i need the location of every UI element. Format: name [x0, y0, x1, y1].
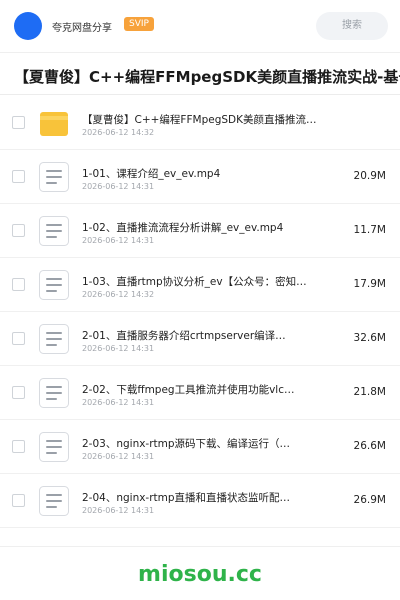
file-row[interactable]: 2-04、nginx-rtmp直播和直播状态监听配… 2026-06-12 14:…: [0, 474, 400, 528]
file-size: 20.9M: [353, 170, 386, 182]
file-size: 32.6M: [353, 332, 386, 344]
select-checkbox[interactable]: [12, 224, 25, 237]
file-row[interactable]: 1-03、直播rtmp协议分析_ev【公众号：密知… 2026-06-12 14:…: [0, 258, 400, 312]
file-size: 17.9M: [353, 278, 386, 290]
file-date: 2026-06-12 14:31: [82, 398, 155, 407]
document-icon: [38, 377, 70, 409]
file-size: 11.7M: [353, 224, 386, 236]
select-checkbox[interactable]: [12, 440, 25, 453]
file-name[interactable]: 1-01、课程介绍_ev_ev.mp4: [82, 166, 322, 181]
file-name[interactable]: 2-02、下载ffmpeg工具推流并使用功能vlc…: [82, 382, 322, 397]
select-checkbox[interactable]: [12, 494, 25, 507]
app-header: 夸克网盘分享 SVIP 搜索: [0, 0, 400, 52]
file-row[interactable]: 2-03、nginx-rtmp源码下载、编译运行（… 2026-06-12 14:…: [0, 420, 400, 474]
file-size: 21.8M: [353, 386, 386, 398]
file-name[interactable]: 2-04、nginx-rtmp直播和直播状态监听配…: [82, 490, 322, 505]
select-checkbox[interactable]: [12, 332, 25, 345]
file-name[interactable]: 2-01、直播服务器介绍crtmpserver编译…: [82, 328, 322, 343]
file-row[interactable]: 1-01、课程介绍_ev_ev.mp4 2026-06-12 14:31 20.9M: [0, 150, 400, 204]
select-checkbox[interactable]: [12, 278, 25, 291]
file-size: 26.6M: [353, 440, 386, 452]
watermark: miosou.cc: [138, 562, 262, 587]
folder-row[interactable]: 【夏曹俊】C++编程FFMpegSDK美颜直播推流… 2026-06-12 14:…: [0, 96, 400, 150]
avatar[interactable]: [14, 12, 42, 40]
file-row[interactable]: 2-01、直播服务器介绍crtmpserver编译… 2026-06-12 14:…: [0, 312, 400, 366]
file-date: 2026-06-12 14:32: [82, 290, 155, 299]
document-icon: [38, 485, 70, 517]
file-name[interactable]: 【夏曹俊】C++编程FFMpegSDK美颜直播推流…: [82, 112, 322, 127]
file-date: 2026-06-12 14:31: [82, 182, 155, 191]
file-name[interactable]: 2-03、nginx-rtmp源码下载、编译运行（…: [82, 436, 322, 451]
title-divider: [0, 94, 400, 95]
header-divider: [0, 52, 400, 53]
file-name[interactable]: 1-02、直播推流流程分析讲解_ev_ev.mp4: [82, 220, 322, 235]
search-input[interactable]: 搜索: [316, 12, 388, 40]
document-icon: [38, 431, 70, 463]
select-checkbox[interactable]: [12, 170, 25, 183]
brand-label: 夸克网盘分享: [52, 23, 112, 34]
file-date: 2026-06-12 14:31: [82, 344, 155, 353]
select-checkbox[interactable]: [12, 386, 25, 399]
file-date: 2026-06-12 14:31: [82, 506, 155, 515]
file-date: 2026-06-12 14:31: [82, 236, 155, 245]
file-row[interactable]: 1-02、直播推流流程分析讲解_ev_ev.mp4 2026-06-12 14:3…: [0, 204, 400, 258]
file-name[interactable]: 1-03、直播rtmp协议分析_ev【公众号：密知…: [82, 274, 322, 289]
file-row[interactable]: 2-02、下载ffmpeg工具推流并使用功能vlc… 2026-06-12 14:…: [0, 366, 400, 420]
document-icon: [38, 323, 70, 355]
svip-badge: SVIP: [124, 17, 154, 31]
document-icon: [38, 215, 70, 247]
document-icon: [38, 269, 70, 301]
page-title: 【夏曹俊】C++编程FFMpegSDK美颜直播推流实战-基于qt: [14, 68, 400, 86]
file-date: 2026-06-12 14:31: [82, 452, 155, 461]
document-icon: [38, 161, 70, 193]
file-list: 【夏曹俊】C++编程FFMpegSDK美颜直播推流… 2026-06-12 14:…: [0, 96, 400, 528]
file-date: 2026-06-12 14:32: [82, 128, 155, 137]
file-size: 26.9M: [353, 494, 386, 506]
list-end-divider: [0, 546, 400, 547]
folder-icon: [38, 107, 70, 139]
select-checkbox[interactable]: [12, 116, 25, 129]
